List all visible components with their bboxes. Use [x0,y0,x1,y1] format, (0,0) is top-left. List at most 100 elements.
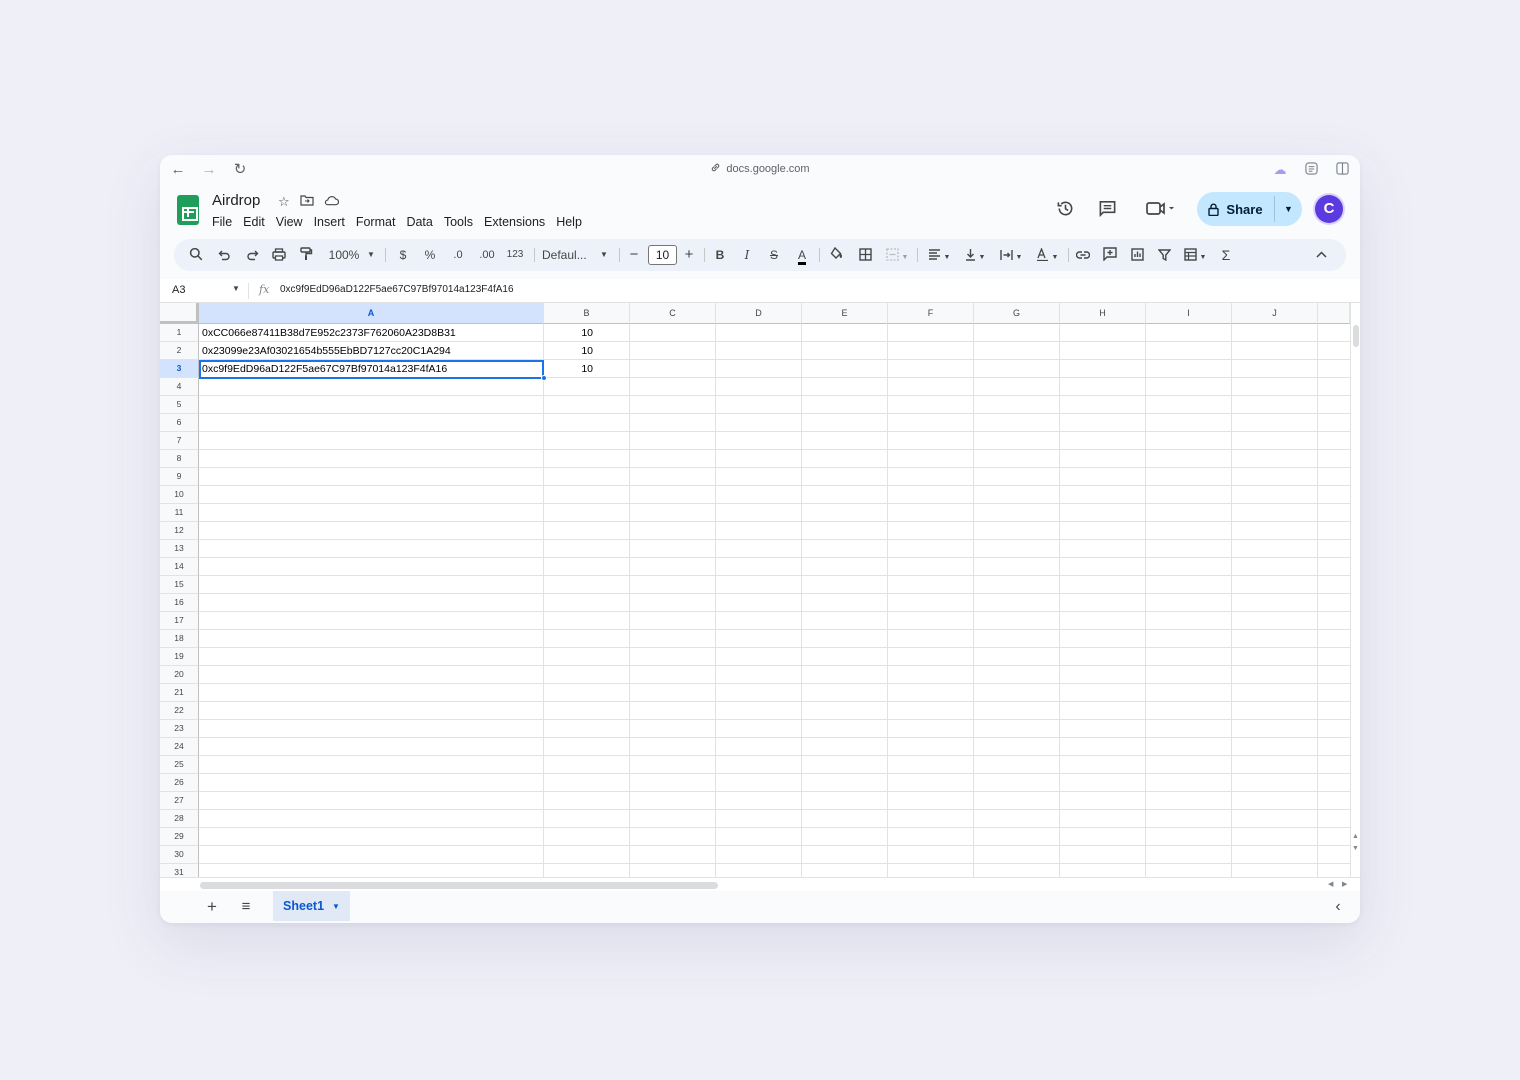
move-folder-icon[interactable] [300,194,314,210]
row-header-5[interactable]: 5 [160,396,199,414]
name-box[interactable]: A3 [172,284,185,296]
share-main[interactable]: Share [1197,192,1274,226]
row-header-7[interactable]: 7 [160,432,199,450]
paint-format-icon[interactable] [296,239,316,271]
row-header-19[interactable]: 19 [160,648,199,666]
add-sheet-button[interactable]: + [202,897,222,917]
insert-link-icon[interactable] [1073,239,1093,271]
number-format-button[interactable]: 123 [504,239,526,271]
meet-icon[interactable] [1142,199,1178,221]
column-header-i[interactable]: I [1146,303,1232,324]
extension-icon[interactable]: ☁ [1272,162,1288,178]
search-menus-icon[interactable] [186,239,206,271]
cell-a1[interactable]: 0xCC066e87411B38d7E952c2373F762060A23D8B… [202,324,541,342]
star-icon[interactable]: ☆ [278,194,290,210]
row-header-23[interactable]: 23 [160,720,199,738]
row-header-11[interactable]: 11 [160,504,199,522]
sheets-logo-icon[interactable] [177,195,199,225]
sheet-tab[interactable]: Sheet1 ▼ [273,891,350,921]
vertical-align-icon[interactable]: ▼ [960,239,990,271]
column-header-c[interactable]: C [630,303,716,324]
redo-icon[interactable] [242,239,262,271]
spreadsheet-grid[interactable]: A B C D E F G H I J 1 2 3 4 5 6 7 8 9 10 11 12 13 14 15 16 17 18 19 2… [160,303,1350,877]
column-header-a[interactable]: A [199,303,544,324]
font-family-select[interactable]: Defaul... [542,239,602,271]
font-dropdown-icon[interactable]: ▼ [599,239,609,271]
menu-data[interactable]: Data [406,215,432,229]
row-header-17[interactable]: 17 [160,612,199,630]
fill-color-icon[interactable] [827,239,847,271]
fill-handle[interactable] [541,375,547,381]
vertical-scroll-thumb[interactable] [1353,325,1359,347]
filter-icon[interactable] [1154,239,1174,271]
row-header-15[interactable]: 15 [160,576,199,594]
menu-tools[interactable]: Tools [444,215,473,229]
insert-chart-icon[interactable] [1127,239,1147,271]
row-header-29[interactable]: 29 [160,828,199,846]
row-header-14[interactable]: 14 [160,558,199,576]
italic-button[interactable]: I [739,239,755,271]
row-header-25[interactable]: 25 [160,756,199,774]
row-header-6[interactable]: 6 [160,414,199,432]
collapse-toolbar-icon[interactable] [1311,239,1331,271]
share-button[interactable]: Share ▼ [1197,192,1302,226]
column-header-k[interactable] [1318,303,1350,324]
version-history-icon[interactable] [1054,199,1076,221]
all-sheets-button[interactable]: ≡ [236,897,256,917]
menu-extensions[interactable]: Extensions [484,215,545,229]
address-bar[interactable]: docs.google.com [160,162,1360,175]
explore-collapse-icon[interactable]: ‹ [1328,897,1348,917]
scroll-up-icon[interactable]: ▲ [1352,833,1359,840]
cloud-status-icon[interactable] [324,194,339,210]
menu-view[interactable]: View [276,215,303,229]
row-header-4[interactable]: 4 [160,378,199,396]
cell-b1[interactable]: 10 [544,324,593,342]
row-header-24[interactable]: 24 [160,738,199,756]
scroll-left-icon[interactable]: ◀ [1328,880,1333,888]
functions-button[interactable]: Σ [1217,239,1235,271]
row-header-16[interactable]: 16 [160,594,199,612]
doc-title[interactable]: Airdrop [212,192,260,209]
column-header-g[interactable]: G [974,303,1060,324]
menu-format[interactable]: Format [356,215,396,229]
row-header-18[interactable]: 18 [160,630,199,648]
cell-a2[interactable]: 0x23099e23Af03021654b555EbBD7127cc20C1A2… [202,342,541,360]
row-header-28[interactable]: 28 [160,810,199,828]
increase-font-size-button[interactable]: + [682,239,696,271]
row-header-27[interactable]: 27 [160,792,199,810]
horizontal-align-icon[interactable]: ▼ [924,239,954,271]
strikethrough-button[interactable]: S [766,239,782,271]
row-header-22[interactable]: 22 [160,702,199,720]
column-header-d[interactable]: D [716,303,802,324]
print-icon[interactable] [269,239,289,271]
sheet-tab-dropdown-icon[interactable]: ▼ [332,902,340,911]
row-header-20[interactable]: 20 [160,666,199,684]
decrease-font-size-button[interactable]: − [627,239,641,271]
row-header-12[interactable]: 12 [160,522,199,540]
merge-cells-icon[interactable]: ▼ [883,239,911,271]
row-header-8[interactable]: 8 [160,450,199,468]
name-box-dropdown-icon[interactable]: ▼ [232,284,240,293]
font-size-input[interactable]: 10 [648,245,677,265]
text-wrapping-icon[interactable]: ▼ [996,239,1026,271]
zoom-dropdown-icon[interactable]: ▼ [366,239,376,271]
cell-b2[interactable]: 10 [544,342,593,360]
row-header-26[interactable]: 26 [160,774,199,792]
formula-input[interactable]: 0xc9f9EdD96aD122F5ae67C97Bf97014a123F4fA… [280,284,514,295]
row-header-30[interactable]: 30 [160,846,199,864]
row-header-3[interactable]: 3 [160,360,199,378]
column-header-f[interactable]: F [888,303,974,324]
avatar[interactable]: C [1315,195,1343,223]
horizontal-scroll-thumb[interactable] [200,882,718,889]
column-header-b[interactable]: B [544,303,630,324]
menu-edit[interactable]: Edit [243,215,265,229]
borders-icon[interactable] [855,239,875,271]
percent-format-button[interactable]: % [422,239,438,271]
bold-button[interactable]: B [712,239,728,271]
row-header-31[interactable]: 31 [160,864,199,877]
scroll-down-icon[interactable]: ▼ [1352,845,1359,852]
column-header-e[interactable]: E [802,303,888,324]
column-header-h[interactable]: H [1060,303,1146,324]
reader-icon[interactable] [1303,162,1319,178]
decrease-decimal-button[interactable]: .0 [448,239,468,271]
